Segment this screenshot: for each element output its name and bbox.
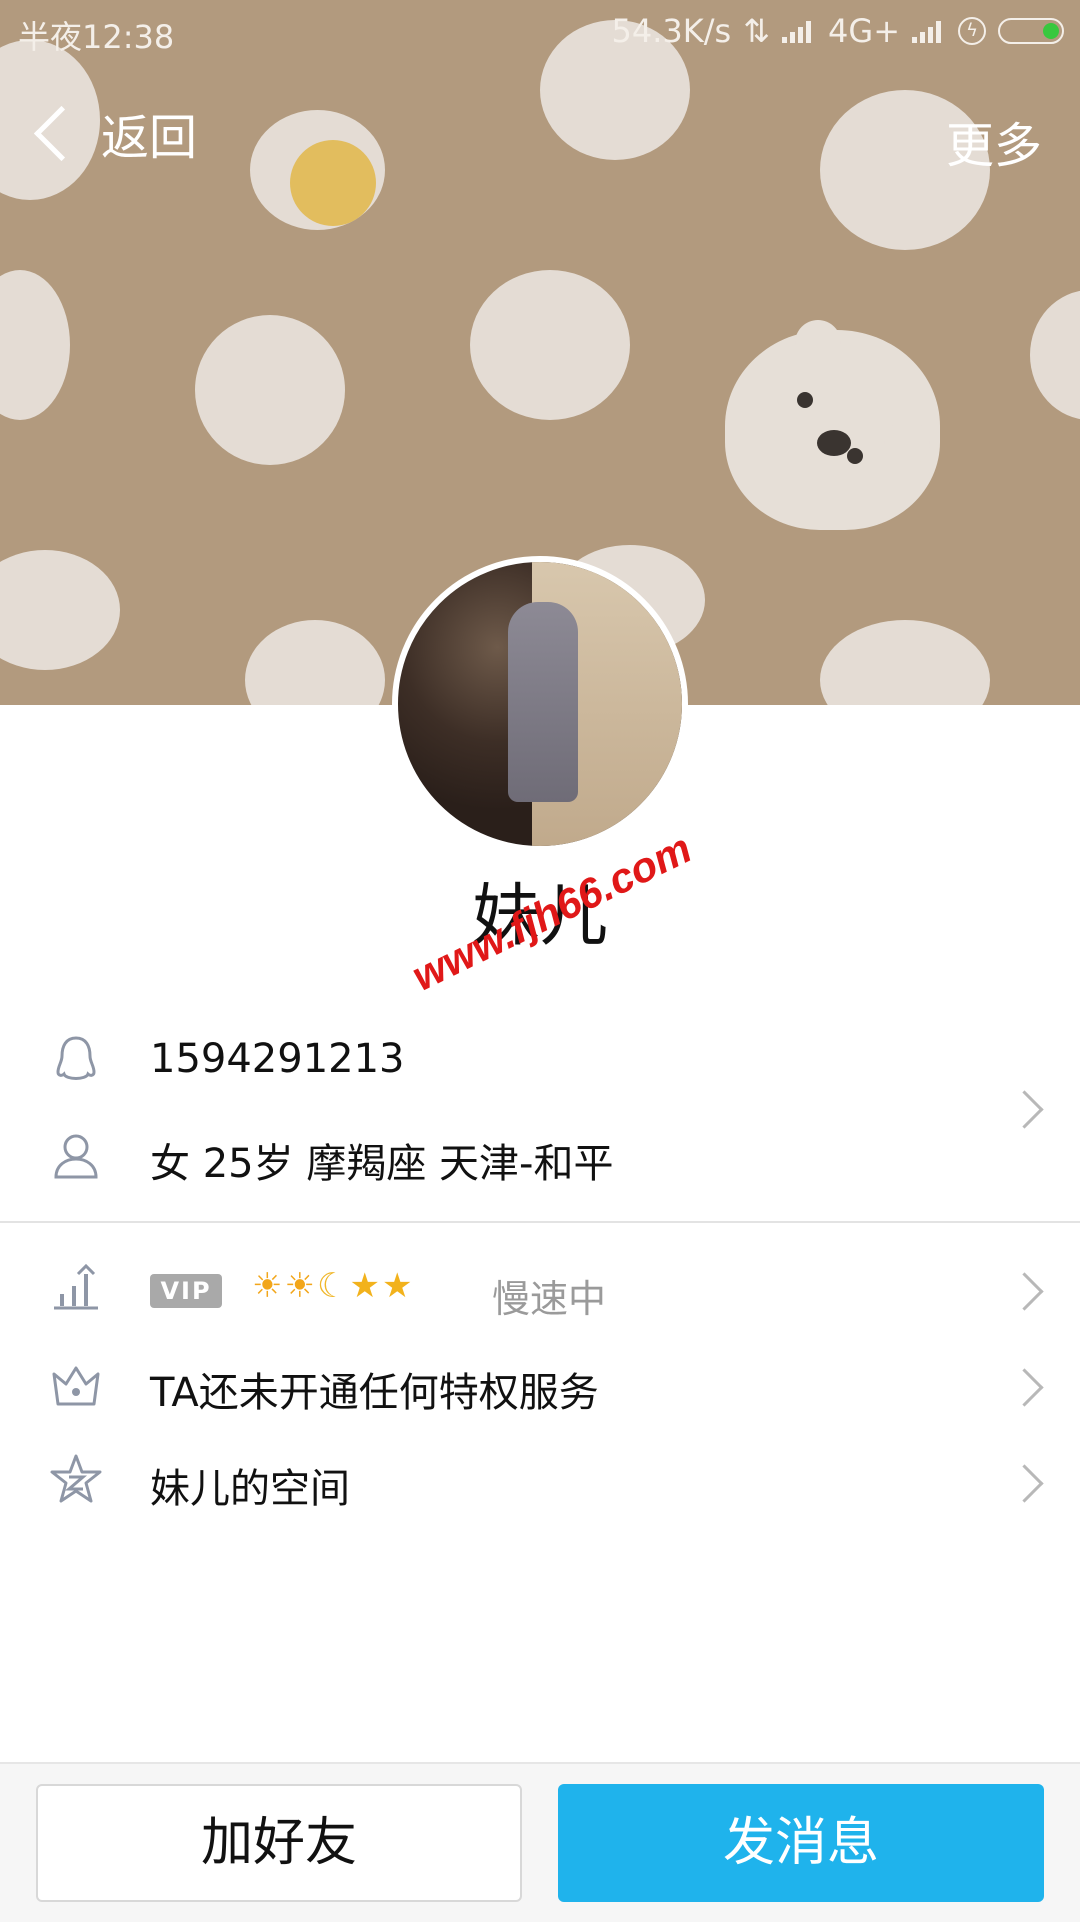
avatar[interactable] [392, 556, 688, 852]
data-transfer-icon: ⇅ [743, 12, 771, 50]
status-bar: 半夜12:38 54.3K/s ⇅ 4G+ ϟ [0, 0, 1080, 62]
charging-icon: ϟ [958, 17, 986, 45]
moon-icon: ☾ [316, 1266, 350, 1306]
network-speed: 54.3K/s [611, 12, 732, 50]
speed-status: 慢速中 [492, 1277, 607, 1321]
bun-decoration [245, 620, 385, 705]
add-friend-button[interactable]: 加好友 [36, 1784, 522, 1902]
battery-icon [998, 18, 1064, 44]
bun-decoration [820, 620, 990, 705]
bun-decoration [0, 550, 120, 670]
privilege-row[interactable]: TA还未开通任何特权服务 [0, 1346, 1080, 1426]
signal-icon [782, 19, 816, 43]
chevron-left-icon [33, 105, 90, 161]
sun-icon: ☀ [284, 1266, 317, 1306]
qq-number-row[interactable]: 1594291213 [0, 1022, 1080, 1102]
penguin-icon [48, 1032, 104, 1088]
sun-icon: ☀ [252, 1266, 285, 1306]
profile-details: 女 25岁 摩羯座 天津-和平 [150, 1141, 614, 1187]
bun-decoration [1030, 290, 1080, 420]
egg-decoration [290, 140, 376, 226]
qq-number: 1594291213 [150, 1036, 405, 1082]
qzone-label: 妹儿的空间 [150, 1466, 350, 1512]
person-icon [48, 1127, 104, 1183]
profile-details-row[interactable]: 女 25岁 摩羯座 天津-和平 [0, 1117, 1080, 1197]
level-icons: ☀☀☾★★ [252, 1266, 414, 1306]
back-button[interactable]: 返回 [28, 98, 197, 168]
more-button[interactable]: 更多 [946, 106, 1042, 176]
privilege-label: TA还未开通任何特权服务 [150, 1370, 599, 1416]
bottom-action-bar: 加好友 发消息 [0, 1762, 1080, 1922]
status-icons: 54.3K/s ⇅ 4G+ ϟ [612, 12, 1064, 50]
section-divider [0, 1221, 1080, 1223]
status-time: 半夜12:38 [18, 18, 175, 56]
crown-icon [48, 1356, 104, 1412]
level-chart-icon [48, 1260, 104, 1316]
bun-decoration [195, 315, 345, 465]
bun-decoration [470, 270, 630, 420]
send-message-button[interactable]: 发消息 [558, 1784, 1044, 1902]
star-icon: ★ [349, 1266, 382, 1306]
network-type: 4G+ [828, 12, 900, 50]
back-label: 返回 [101, 110, 198, 166]
signal-icon [912, 19, 946, 43]
star-icon: ★ [381, 1266, 415, 1306]
bear-decoration [725, 320, 940, 530]
qzone-row[interactable]: 妹儿的空间 [0, 1442, 1080, 1522]
bun-decoration [0, 270, 70, 420]
qzone-star-icon [48, 1452, 104, 1508]
vip-badge: VIP [150, 1274, 222, 1308]
